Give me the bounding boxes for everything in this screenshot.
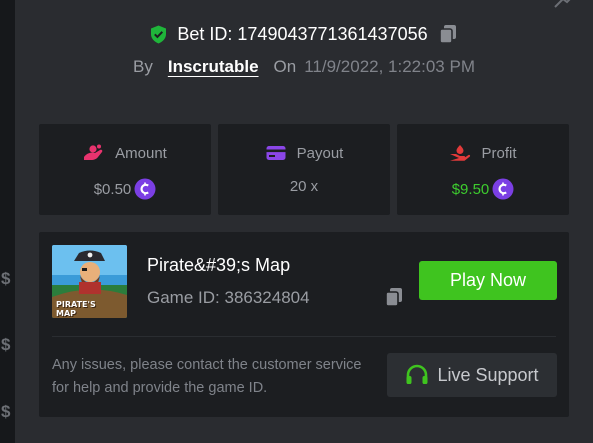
game-name: Pirate&#39;s Map (147, 255, 291, 275)
username-link[interactable]: Inscrutable (168, 57, 259, 77)
profit-value-row: $9.50 (397, 178, 569, 200)
live-support-button[interactable]: Live Support (387, 353, 557, 397)
bet-id-label: Bet ID: (177, 23, 233, 44)
game-id-label: Game ID: (147, 288, 220, 307)
coin-icon (134, 178, 156, 200)
game-card: PIRATE'S MAP Pirate&#39;s Map Game ID: 3… (39, 232, 569, 417)
amount-card: Amount $0.50 (39, 124, 211, 215)
payout-value-row: 20 x (218, 178, 390, 195)
headset-icon (405, 364, 429, 386)
background-list-strip: $ $ $ (0, 0, 15, 443)
share-icon[interactable] (553, 0, 575, 8)
copy-bet-id-icon[interactable] (438, 24, 458, 44)
bet-id-value: 1749043771361437056 (237, 23, 428, 44)
payout-card-icon (265, 144, 287, 162)
divider (52, 336, 556, 337)
game-id-value: 386324804 (224, 288, 310, 307)
amount-header: Amount (39, 144, 211, 162)
bet-detail-page: $ $ $ Bet ID: 1749043771361437056 By Ins… (0, 0, 593, 443)
payout-label: Payout (296, 144, 344, 162)
profit-card: Profit $9.50 (397, 124, 569, 215)
bet-meta-row: By Inscrutable On 11/9/2022, 1:22:03 PM (15, 56, 593, 78)
game-thumbnail-title: PIRATE'S MAP (56, 300, 96, 318)
amount-value-row: $0.50 (39, 178, 211, 200)
list-dollar-sign: $ (1, 269, 11, 288)
game-thumbnail[interactable]: PIRATE'S MAP (52, 245, 127, 318)
help-text: Any issues, please contact the customer … (52, 357, 362, 396)
payout-header: Payout (218, 144, 390, 162)
amount-label: Amount (115, 144, 167, 162)
bet-id-text: Bet ID: 1749043771361437056 (177, 24, 427, 45)
amount-value: $0.50 (93, 180, 132, 198)
verified-shield-icon (150, 25, 167, 44)
bet-datetime: 11/9/2022, 1:22:03 PM (304, 57, 475, 76)
bet-id-row: Bet ID: 1749043771361437056 (15, 22, 593, 46)
payout-card: Payout 20 x (218, 124, 390, 215)
profit-value: $9.50 (451, 180, 490, 198)
game-id-text: Game ID: 386324804 (147, 288, 310, 308)
live-support-label: Live Support (437, 364, 539, 385)
amount-icon (83, 144, 105, 162)
by-label: By (133, 57, 153, 76)
list-dollar-sign: $ (1, 335, 11, 354)
copy-game-id-icon[interactable] (384, 287, 404, 307)
coin-icon (492, 178, 514, 200)
play-now-button[interactable]: Play Now (419, 261, 557, 300)
on-label: On (273, 57, 297, 76)
profit-header: Profit (397, 144, 569, 162)
bet-detail-modal: Bet ID: 1749043771361437056 By Inscrutab… (15, 0, 593, 443)
list-dollar-sign: $ (1, 402, 11, 421)
profit-label: Profit (481, 144, 517, 162)
profit-hand-icon (449, 144, 471, 162)
payout-value: 20 x (289, 178, 319, 195)
